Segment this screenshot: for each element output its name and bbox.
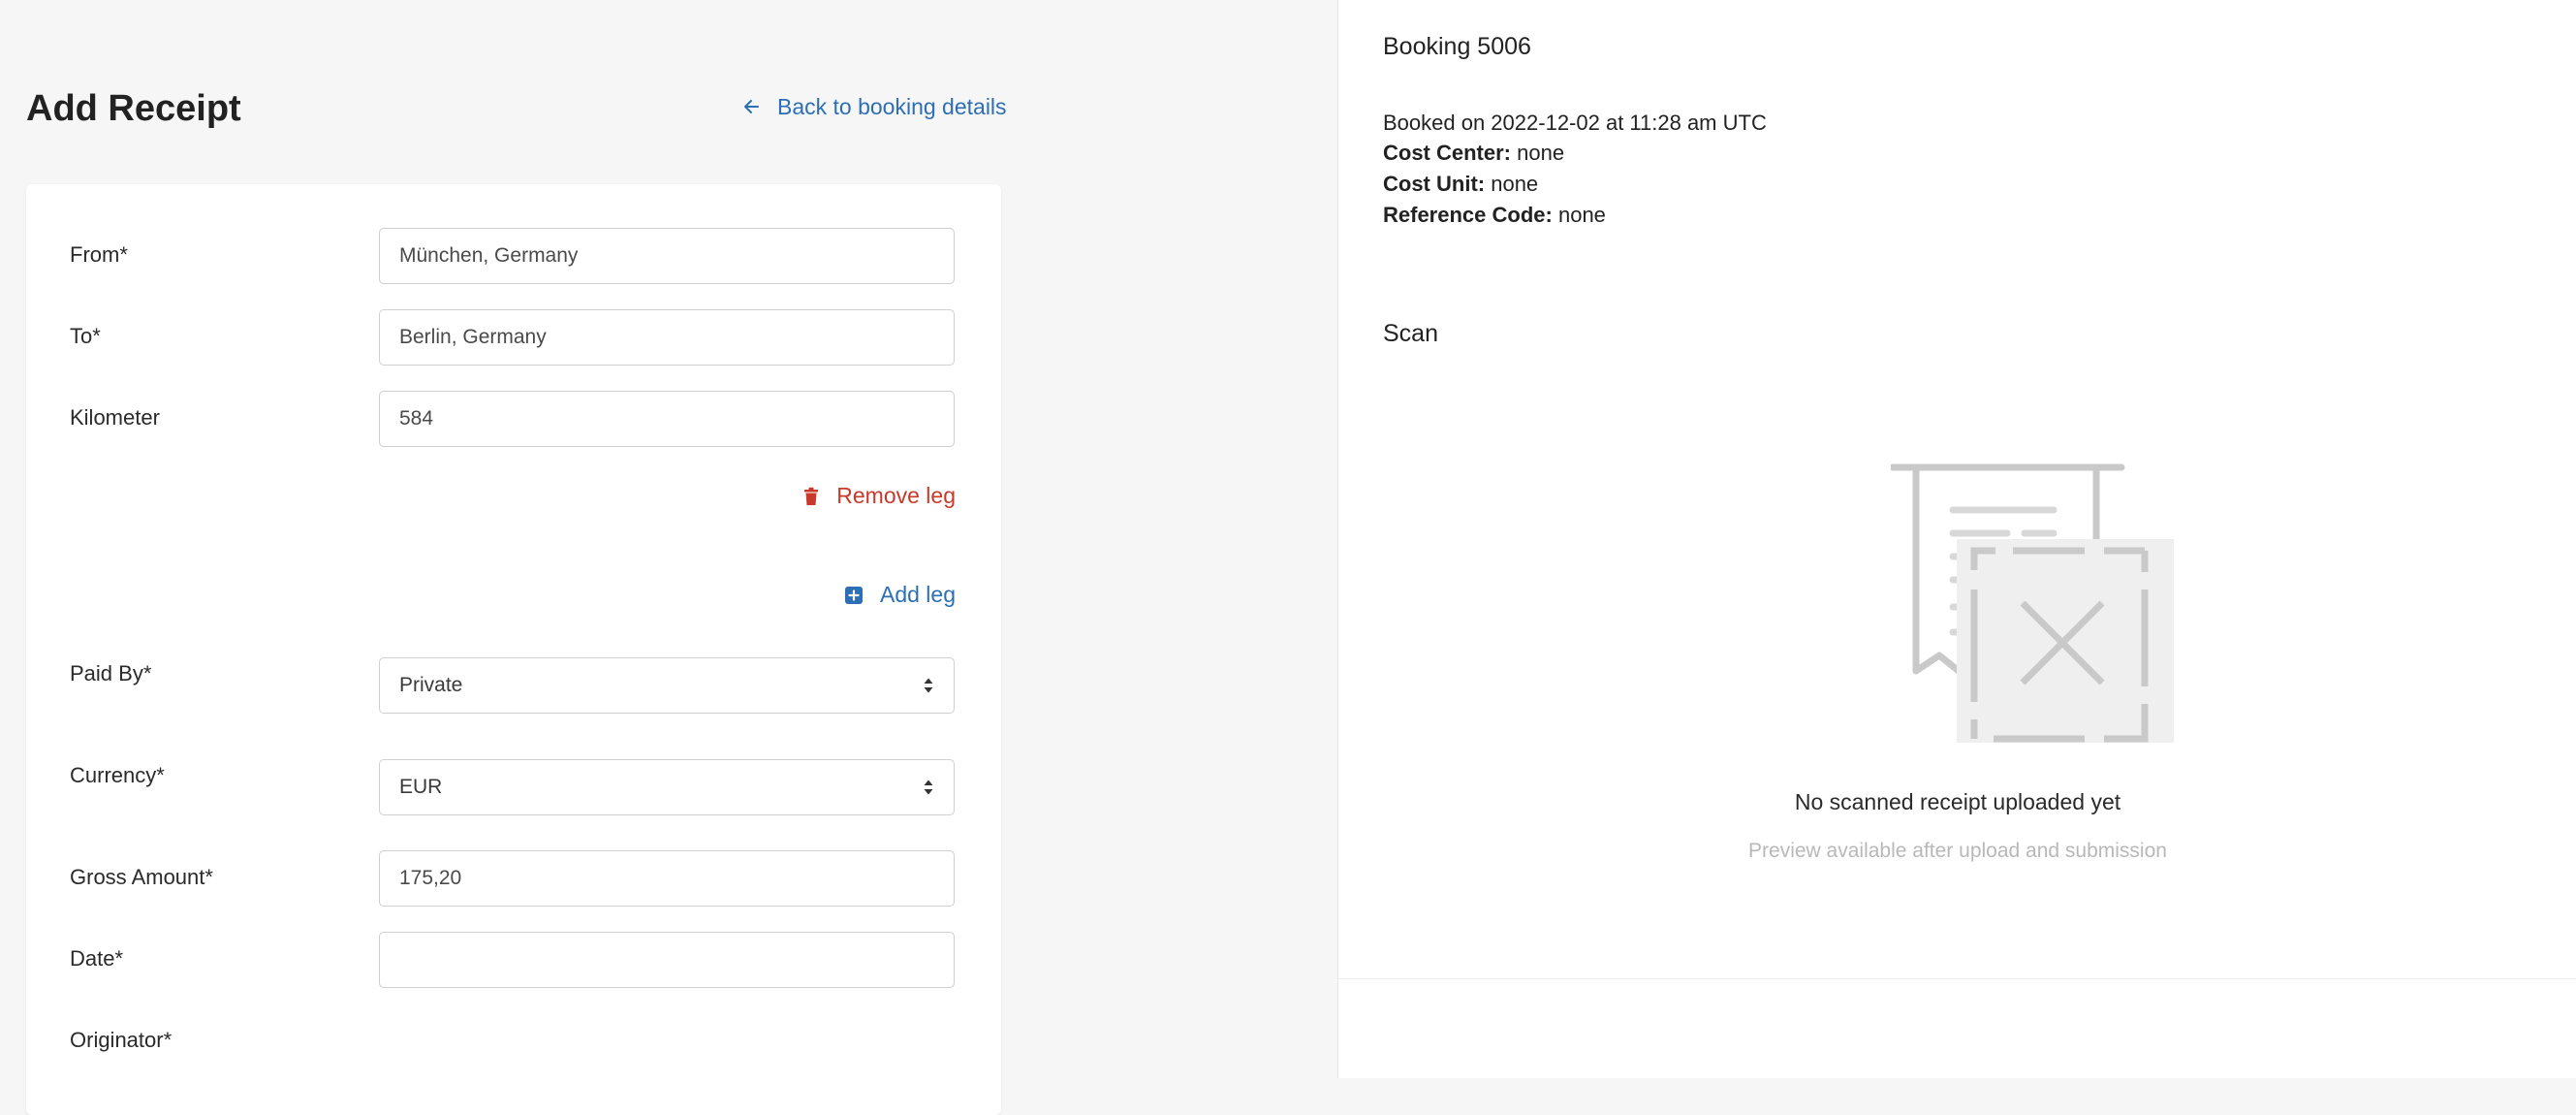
to-label: To*: [70, 324, 101, 348]
back-link-label: Back to booking details: [777, 93, 1007, 119]
empty-state-title: No scanned receipt uploaded yet: [1794, 789, 2121, 814]
gross-amount-input[interactable]: [379, 850, 955, 907]
divider: [1338, 978, 2576, 979]
date-label: Date*: [70, 946, 124, 971]
add-leg-label: Add leg: [879, 582, 956, 607]
booked-on-text: Booked on 2022-12-02 at 11:28 am UTC: [1383, 111, 1767, 135]
currency-value: EUR: [399, 776, 443, 798]
reference-code-value: none: [1557, 203, 1606, 227]
cost-unit-value: none: [1491, 172, 1539, 196]
add-receipt-panel: Add Receipt Back to booking details From…: [0, 0, 1337, 1115]
cost-center-label: Cost Center:: [1383, 141, 1512, 165]
cost-center-value: none: [1517, 141, 1565, 165]
cost-unit-label: Cost Unit:: [1383, 172, 1486, 196]
reference-code-label: Reference Code:: [1383, 203, 1553, 227]
originator-label: Originator*: [70, 1028, 173, 1052]
booking-details-panel: Booking 5006 Booked on 2022-12-02 at 11:…: [1337, 0, 2576, 1078]
receipt-missing-icon: [1891, 463, 2174, 743]
arrow-left-icon: [744, 100, 759, 113]
paid-by-select[interactable]: Private: [379, 657, 955, 714]
cost-unit-row: Cost Unit: none: [1383, 171, 1538, 198]
receipt-form: From* To* Kilometer Remove leg Add leg: [26, 184, 1001, 1115]
add-leg-button[interactable]: Add leg: [844, 582, 956, 608]
currency-label: Currency*: [70, 763, 165, 787]
back-to-booking-link[interactable]: Back to booking details: [742, 91, 1007, 122]
remove-leg-label: Remove leg: [836, 483, 956, 508]
remove-leg-button[interactable]: Remove leg: [803, 483, 956, 509]
kilometer-input[interactable]: [379, 391, 955, 447]
empty-state-subtitle: Preview available after upload and submi…: [1748, 840, 2167, 862]
select-caret-icon: [924, 780, 933, 795]
paid-by-label: Paid By*: [70, 661, 152, 685]
from-input[interactable]: [379, 228, 955, 284]
scan-section-title: Scan: [1383, 320, 1438, 347]
trash-icon: [804, 487, 819, 505]
page-title: Add Receipt: [26, 88, 241, 129]
gross-amount-label: Gross Amount*: [70, 865, 213, 889]
paid-by-value: Private: [399, 674, 463, 696]
currency-select[interactable]: EUR: [379, 759, 955, 815]
cost-center-row: Cost Center: none: [1383, 140, 1564, 167]
select-caret-icon: [924, 678, 933, 693]
reference-code-row: Reference Code: none: [1383, 202, 1606, 229]
date-input[interactable]: [379, 932, 955, 988]
plus-square-icon: [844, 586, 863, 604]
kilometer-label: Kilometer: [70, 405, 160, 430]
from-label: From*: [70, 242, 128, 267]
to-input[interactable]: [379, 309, 955, 366]
booking-title: Booking 5006: [1383, 33, 1531, 60]
